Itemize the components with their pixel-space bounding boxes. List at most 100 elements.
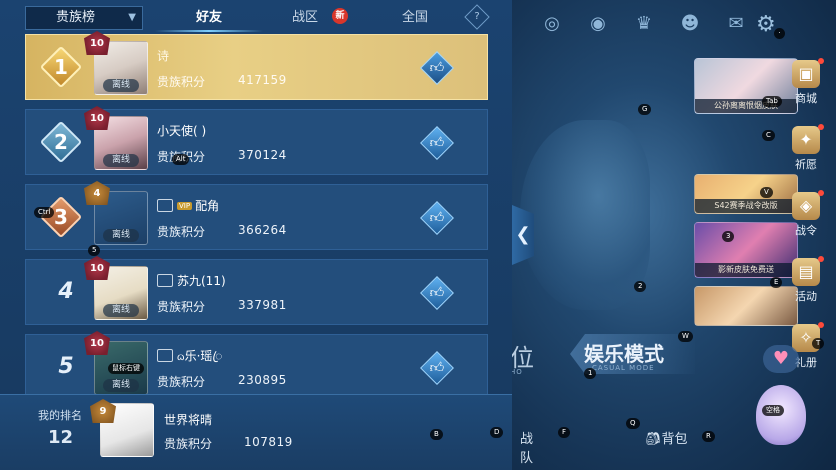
notification-dot	[818, 58, 824, 64]
player-name: 小天使( )	[157, 124, 207, 138]
rank-number: 4	[58, 279, 74, 304]
like-button[interactable]: 👍︎	[420, 51, 454, 85]
like-button[interactable]: 👍︎	[420, 351, 454, 385]
game-scene-background: ◎ ◉ ♛ ☻ ✉ ⚙ · 公孙离离恨烟皮肤 S42赛季战令改版 影新皮肤免费送…	[510, 0, 836, 470]
tab-national[interactable]: 全国	[385, 6, 445, 30]
key-hint-2: 2	[634, 281, 647, 292]
leaderboard-tab-bar: 贵族榜 ▼ 好友 战区 新 全国 ?	[25, 4, 490, 32]
score-value: 370124	[238, 148, 287, 162]
banner-caption: 影新皮肤免费送	[695, 263, 797, 277]
key-hint-alt: Alt	[172, 154, 190, 165]
score-value: 337981	[238, 298, 287, 312]
score-value: 417159	[238, 73, 287, 87]
friends-icon[interactable]: ☻	[678, 12, 702, 36]
leaderboard-row[interactable]: 2 离线 10 小天使( ) 贵族积分 370124 Alt 👍︎	[25, 106, 488, 175]
gear-icon[interactable]: ⚙	[756, 12, 776, 37]
key-hint-w: W	[678, 331, 693, 342]
event-banner-4[interactable]	[694, 286, 798, 326]
tab-friends[interactable]: 好友	[155, 6, 263, 30]
shop-icon: ▣	[792, 60, 820, 88]
leaderboard-row[interactable]: 4 离线 10 苏九(11) 贵族积分 337981 👍︎	[25, 256, 488, 325]
side-item-wish[interactable]: ✦ 祈愿	[784, 124, 828, 172]
key-hint-g: G	[638, 104, 652, 115]
thumbs-up-icon: 👍︎	[429, 135, 445, 151]
key-hint-ctrl: Ctrl	[34, 207, 55, 218]
rank-badge-gold: 1	[38, 44, 84, 90]
mode-selector: 位 HO 娱乐模式 CASUAL MODE	[510, 330, 700, 380]
title-badge-icon	[157, 349, 173, 362]
event-banner-1[interactable]: 公孙离离恨烟皮肤	[694, 58, 798, 114]
my-player-name: 世界将晴	[164, 413, 213, 427]
noble-level-badge: 10	[84, 331, 110, 355]
rank-badge-silver: 2	[38, 119, 84, 165]
offline-label: 离线	[103, 304, 139, 317]
collapse-panel-button[interactable]: ❮	[512, 205, 534, 265]
side-item-label: 战令	[795, 224, 817, 237]
player-name: ᦒ乐·瑶ꦿ	[177, 349, 223, 363]
active-tab-indicator	[155, 30, 263, 32]
score-value: 230895	[238, 373, 287, 387]
eye-icon[interactable]: ◉	[586, 12, 610, 36]
rank-number: 2	[54, 130, 68, 154]
offline-label: 离线	[103, 154, 139, 167]
team-button[interactable]: 战队	[520, 428, 533, 466]
side-item-label: 活动	[795, 290, 817, 303]
key-hint-space: 空格	[762, 405, 784, 416]
side-item-label: 商城	[795, 92, 817, 105]
thumbs-up-icon: 👍︎	[429, 60, 445, 76]
event-banner-3[interactable]: 影新皮肤免费送	[694, 222, 798, 278]
new-badge: 新	[332, 8, 348, 24]
backpack-button[interactable]: 🎒︎背包	[645, 428, 705, 447]
banner-caption: S42赛季战令改版	[695, 199, 797, 213]
notification-dot	[818, 124, 824, 130]
player-name: 苏九(11)	[177, 274, 226, 288]
leaderboard-row[interactable]: 5 离线 鼠标右键 10 ᦒ乐·瑶ꦿ 贵族积分 230895 👍︎	[25, 331, 488, 400]
hero-artwork	[520, 120, 650, 310]
side-item-event[interactable]: ▤ 活动	[784, 256, 828, 304]
dropdown-label: 贵族榜	[56, 10, 96, 25]
vip-badge: VIP	[177, 202, 193, 210]
leaderboard-panel: 贵族榜 ▼ 好友 战区 新 全国 ? 1 离线 10 诗 贵族积分 417159…	[0, 0, 512, 470]
help-button[interactable]: ?	[464, 4, 490, 30]
score-label: 贵族积分	[157, 375, 206, 389]
wish-icon: ✦	[792, 126, 820, 154]
thumbs-up-icon: 👍︎	[429, 285, 445, 301]
backpack-label: 背包	[661, 432, 688, 447]
score-label: 贵族积分	[157, 75, 206, 89]
mail-icon[interactable]: ✉	[724, 12, 748, 36]
chevron-left-icon: ❮	[515, 224, 531, 245]
notification-dot	[818, 190, 824, 196]
target-icon[interactable]: ◎	[540, 12, 564, 36]
event-banner-2[interactable]: S42赛季战令改版	[694, 174, 798, 214]
board-type-dropdown[interactable]: 贵族榜 ▼	[25, 6, 143, 30]
leaderboard-list: 1 离线 10 诗 贵族积分 417159 👍︎ 2 离线 10 小天使( ) …	[25, 31, 488, 409]
pet-companion[interactable]: ♥	[746, 345, 816, 455]
like-button[interactable]: 👍︎	[420, 276, 454, 310]
offline-label: 离线	[103, 229, 139, 242]
leaderboard-row[interactable]: 1 离线 10 诗 贵族积分 417159 👍︎	[25, 31, 488, 100]
my-rank-bar: 我的排名 12 9 世界将晴 贵族积分 107819 B D	[0, 394, 512, 470]
like-button[interactable]: 👍︎	[420, 126, 454, 160]
noble-level-badge: 10	[84, 256, 110, 280]
key-hint-b: B	[430, 429, 443, 440]
battlepass-icon: ◈	[792, 192, 820, 220]
event-icon: ▤	[792, 258, 820, 286]
score-label: 贵族积分	[157, 225, 206, 239]
player-name-line: VIP 配角	[157, 197, 219, 214]
key-hint-5: 5	[88, 245, 101, 256]
my-score-value: 107819	[244, 435, 293, 449]
key-hint-mouse-right: 鼠标右键	[108, 363, 144, 374]
title-badge-icon	[157, 199, 173, 212]
side-item-shop[interactable]: ▣ 商城	[784, 58, 828, 106]
chevron-down-icon: ▼	[128, 12, 136, 23]
tab-region[interactable]: 战区	[275, 6, 335, 30]
side-item-battlepass[interactable]: ◈ 战令	[784, 190, 828, 238]
leaderboard-row[interactable]: 3 Ctrl 5 离线 4 VIP 配角 贵族积分 366264 👍︎	[25, 181, 488, 256]
score-value: 366264	[238, 223, 287, 237]
like-button[interactable]: 👍︎	[420, 201, 454, 235]
help-icon: ?	[474, 11, 480, 22]
offline-label: 离线	[103, 379, 139, 392]
trophy-icon[interactable]: ♛	[632, 12, 656, 36]
key-hint-c: C	[762, 130, 775, 141]
rank-number: 1	[54, 55, 68, 79]
